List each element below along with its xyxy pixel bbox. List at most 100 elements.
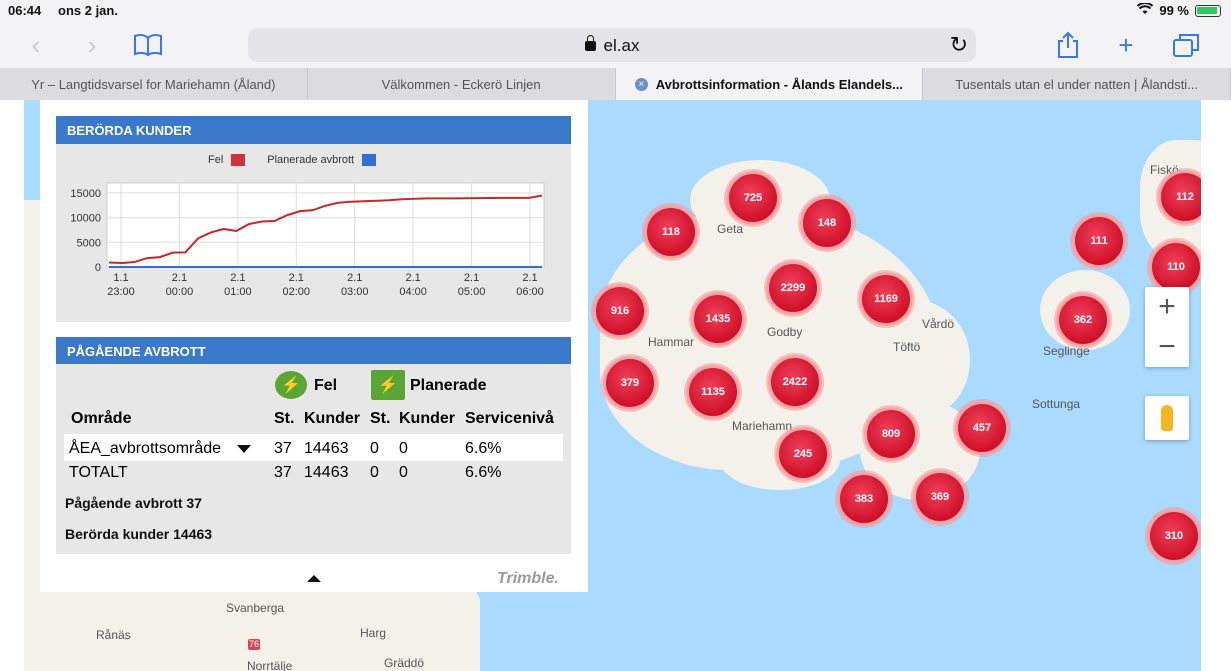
outage-cluster[interactable]: 118 (644, 205, 698, 259)
total-planned-customers: 0 (399, 464, 408, 481)
col-header-planned-customers: Kunder (399, 410, 455, 427)
map-label: Geta (717, 222, 744, 236)
outage-cluster[interactable]: 2299 (766, 261, 820, 315)
x-tick-label-date: 2.1 (522, 272, 537, 284)
battery-percent: 99 % (1159, 3, 1189, 18)
ongoing-outages-header: PÅGÅENDE AVBROTT (56, 337, 571, 365)
lock-icon (584, 35, 596, 51)
y-tick-label: 0 (95, 262, 101, 274)
outage-cluster[interactable]: 379 (603, 356, 657, 410)
map-label: Godby (767, 325, 803, 339)
col-header-fel-customers: Kunder (304, 410, 360, 427)
share-icon[interactable] (1052, 30, 1084, 60)
battery-icon (1195, 4, 1221, 17)
outage-cluster[interactable]: 1169 (859, 272, 913, 326)
outage-cluster[interactable]: 2422 (768, 355, 822, 409)
outage-cluster[interactable]: 310 (1147, 509, 1201, 563)
planned-bolt-icon: ⚡ (371, 370, 405, 400)
map-label: Mariehamn (732, 419, 793, 433)
close-tab-icon[interactable]: × (634, 77, 648, 91)
outage-cluster[interactable]: 245 (776, 427, 830, 481)
tab-eckero[interactable]: Välkommen - Eckerö Linjen (308, 68, 616, 100)
x-tick-label-time: 03:00 (341, 286, 369, 298)
back-icon[interactable]: ‹ (20, 30, 52, 60)
outage-cluster[interactable]: 369 (913, 470, 967, 524)
outage-cluster[interactable]: 725 (726, 171, 780, 225)
col-header-area: Område (71, 410, 132, 427)
x-tick-label-time: 23:00 (107, 286, 135, 298)
status-time: 06:44 (8, 3, 42, 18)
collapse-panel-icon[interactable] (307, 575, 321, 582)
total-fel-customers: 14463 (304, 464, 349, 481)
x-tick-label-date: 2.1 (464, 272, 479, 284)
map-label: Harg (360, 626, 387, 640)
affected-customers-header: BERÖRDA KUNDER (56, 116, 571, 144)
line-chart: 15000 10000 5000 0 1.1 23:00 2.1 00:00 2.1 01:00 2… (70, 182, 545, 298)
outage-cluster[interactable]: 916 (593, 284, 647, 338)
map-label: Sottunga (1032, 397, 1081, 411)
map-label: Vårdö (922, 317, 955, 331)
outage-cluster[interactable]: 111 (1072, 214, 1126, 268)
wifi-icon (1137, 2, 1154, 18)
outage-cluster[interactable]: 1135 (686, 365, 740, 419)
outage-cluster[interactable]: 148 (800, 196, 854, 250)
total-row-label: TOTALT (69, 464, 128, 481)
outage-cluster[interactable]: 383 (837, 472, 891, 526)
map-edge-left (0, 100, 24, 671)
map-label: Gräddö (384, 656, 425, 670)
row-service-level: 6.6% (465, 440, 502, 457)
tab-yr[interactable]: Yr – Langtidsvarsel for Mariehamn (Åland… (0, 68, 308, 100)
reload-icon[interactable]: ↻ (950, 32, 968, 58)
fault-bolt-icon: ⚡ (275, 371, 307, 399)
x-tick-label-time: 02:00 (283, 286, 311, 298)
legend-planned-label: Planerade avbrott (267, 154, 355, 166)
status-right: 99 % (1137, 2, 1221, 18)
map-edge-right (1201, 100, 1231, 671)
outage-cluster[interactable]: 362 (1056, 293, 1110, 347)
x-tick-label-time: 04:00 (399, 286, 427, 298)
group-fel-label: Fel (314, 377, 338, 394)
tab-label: Tusentals utan el under natten | Ålandst… (955, 76, 1199, 92)
tab-label: Yr – Langtidsvarsel for Mariehamn (Åland… (31, 76, 276, 92)
chart-legend: Fel Planerade avbrott (208, 154, 377, 166)
summary-affected-customers: Berörda kunder 14463 (65, 526, 213, 542)
y-tick-label: 10000 (70, 213, 101, 225)
tab-label: Avbrottsinformation - Ålands Elandels... (655, 76, 904, 92)
zoom-in-button[interactable]: + (1145, 287, 1189, 327)
row-planned-count: 0 (370, 440, 379, 457)
summary-ongoing-outages: Pågående avbrott 37 (65, 495, 202, 511)
map-label: Hammar (648, 335, 695, 349)
group-planned-label: Planerade (410, 377, 487, 394)
status-date: ons 2 jan. (58, 3, 118, 18)
x-tick-label-date: 2.1 (405, 272, 420, 284)
x-tick-label-date: 2.1 (347, 272, 362, 284)
x-tick-label-time: 00:00 (166, 286, 194, 298)
tab-alandstidningen[interactable]: Tusentals utan el under natten | Ålandst… (923, 68, 1231, 100)
x-tick-label-date: 2.1 (172, 272, 187, 284)
map-label: Norrtälje (247, 659, 293, 671)
x-tick-label-time: 01:00 (224, 286, 252, 298)
legend-fel-swatch (231, 154, 246, 166)
x-tick-label-date: 1.1 (113, 272, 128, 284)
address-bar[interactable]: el.ax ↻ (248, 28, 976, 62)
area-dropdown-icon[interactable] (237, 445, 251, 453)
y-tick-label: 5000 (77, 237, 101, 249)
outage-cluster[interactable]: 457 (955, 401, 1009, 455)
street-view-pegman-icon[interactable] (1145, 396, 1189, 440)
bookmarks-icon[interactable] (132, 30, 164, 60)
x-tick-label-time: 06:00 (516, 286, 544, 298)
tab-avbrottsinformation[interactable]: × Avbrottsinformation - Ålands Elandels..… (615, 68, 924, 100)
row-fel-customers: 14463 (304, 440, 349, 457)
tabs-overview-icon[interactable] (1170, 30, 1202, 60)
map-label: Töftö (893, 340, 921, 354)
new-tab-icon[interactable]: + (1110, 30, 1142, 60)
tab-label: Välkommen - Eckerö Linjen (381, 76, 541, 92)
trimble-logo: Trimble. (497, 570, 559, 587)
zoom-control: + − (1145, 287, 1189, 367)
zoom-out-button[interactable]: − (1145, 327, 1189, 367)
forward-icon[interactable]: › (76, 30, 108, 60)
outage-cluster[interactable]: 1435 (691, 292, 745, 346)
outage-cluster[interactable]: 809 (864, 407, 918, 461)
outage-cluster[interactable]: 110 (1149, 240, 1203, 294)
x-tick-label-time: 05:00 (458, 286, 486, 298)
